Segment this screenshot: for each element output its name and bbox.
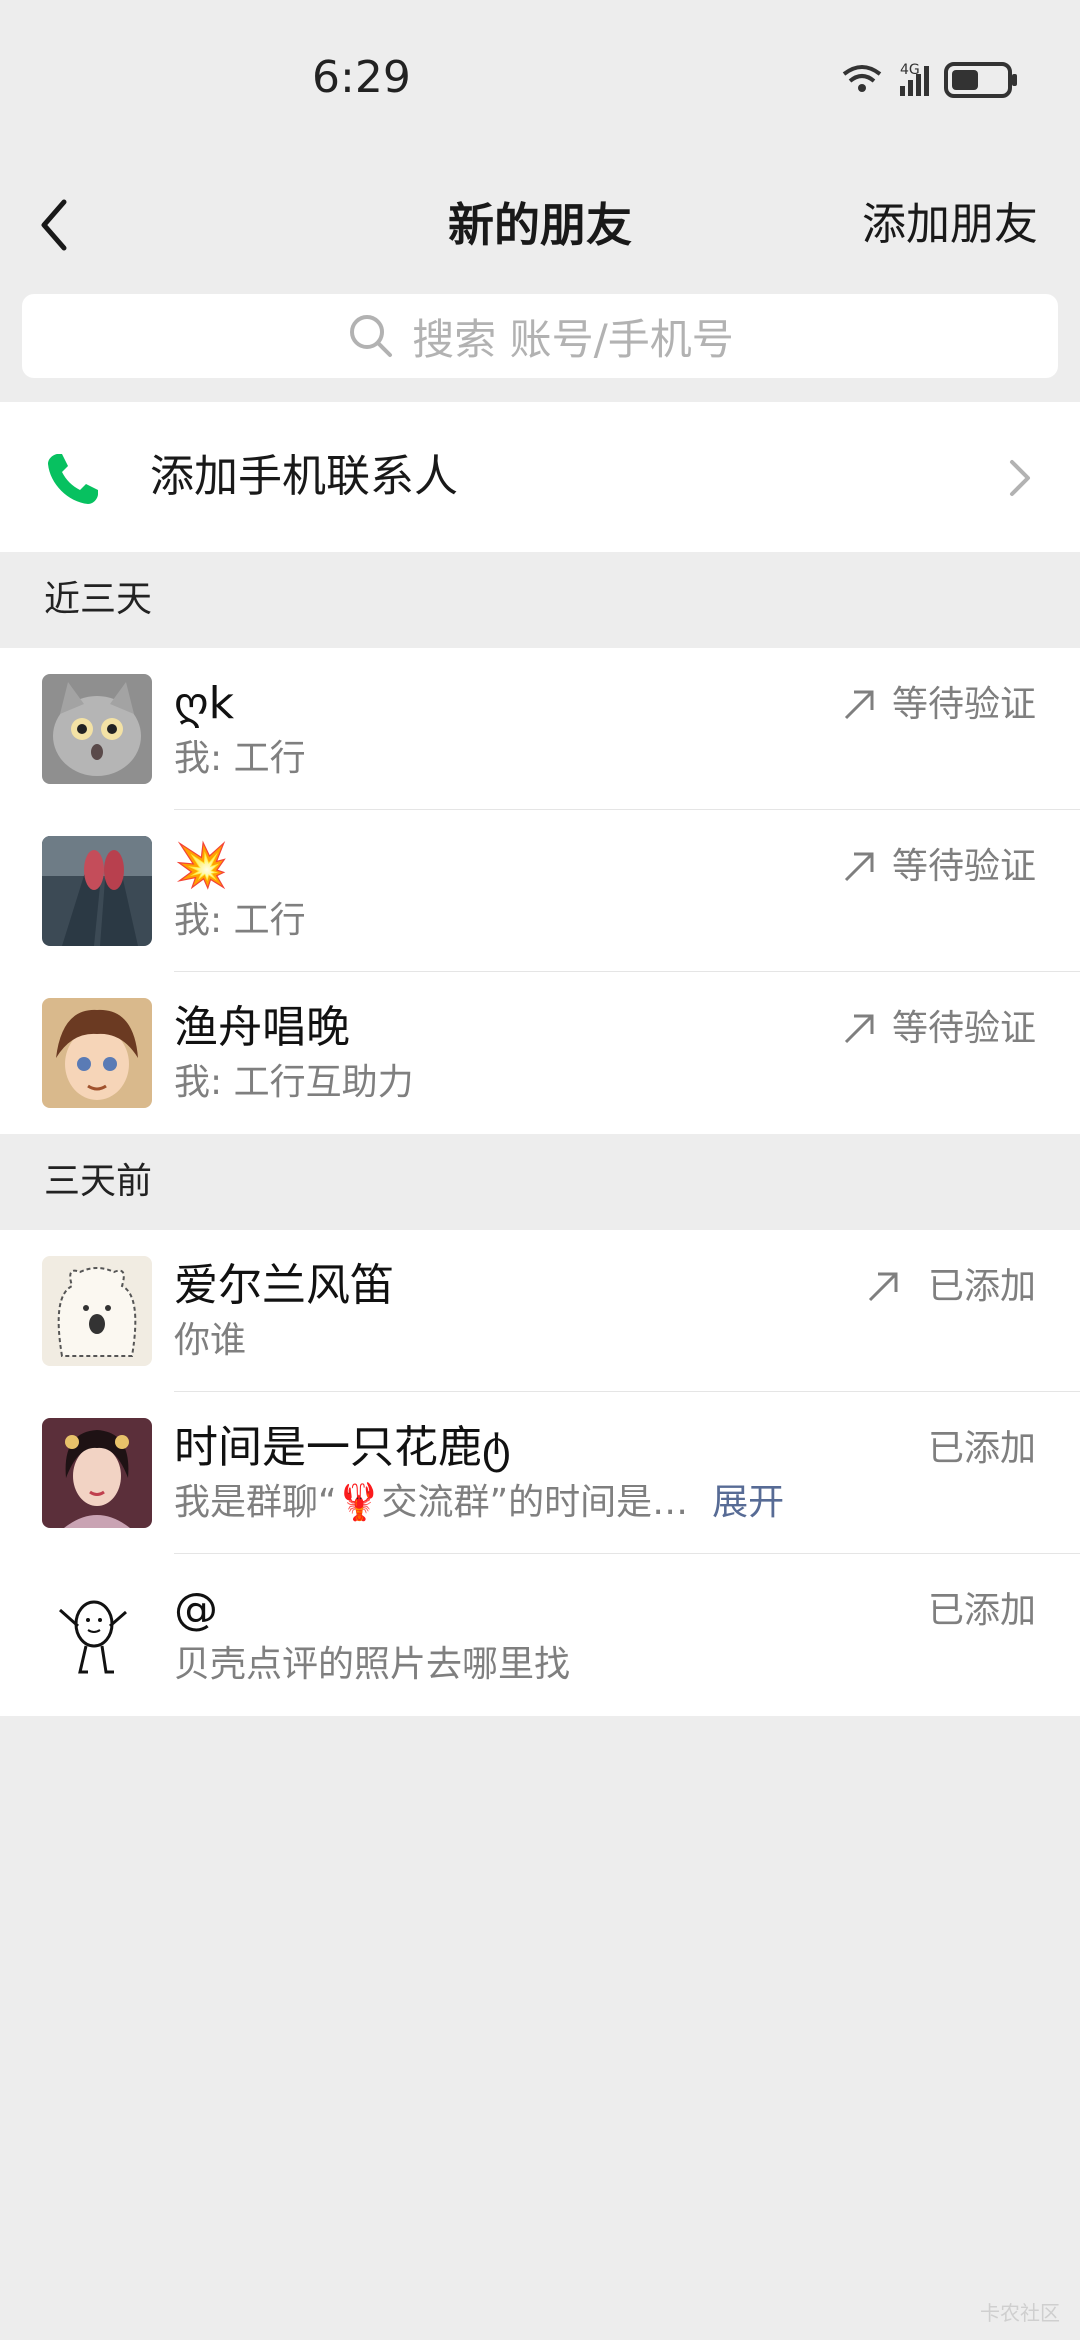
request-message-text: 我是群聊“🦞交流群”的时间是… [174,1482,689,1523]
request-message: 我: 工行 [174,738,306,779]
avatar [42,836,152,946]
request-message: 贝壳点评的照片去哪里找 [174,1644,571,1685]
list-item[interactable]: 💥 我: 工行 等待验证 [0,810,1080,972]
battery-icon [944,62,1017,98]
arrow-up-right-icon [844,1014,874,1044]
request-message: 我是群聊“🦞交流群”的时间是… 展开 [174,1480,784,1526]
status-label: 已添加 [866,1264,1036,1310]
request-message: 我: 工行 [174,900,306,941]
contact-name: 时间是一只花鹿ტ [174,1422,511,1473]
arrow-up-right-icon [844,852,874,882]
arrow-up-right-icon [868,1272,898,1302]
add-phone-contacts-row[interactable]: 添加手机联系人 [0,402,1080,552]
status-icons: 4G [842,62,1017,98]
avatar [42,1580,152,1690]
request-message: 我: 工行互助力 [174,1062,414,1103]
list-item[interactable]: 时间是一只花鹿ტ 我是群聊“🦞交流群”的时间是… 展开 已添加 [0,1392,1080,1554]
list-item[interactable]: ღk 我: 工行 等待验证 [0,648,1080,810]
avatar [42,998,152,1108]
avatar [42,674,152,784]
add-friend-button[interactable]: 添加朋友 [862,180,1038,270]
status-text: 等待验证 [891,684,1036,725]
section-header-recent: 近三天 [44,579,153,620]
search-input[interactable]: 搜索 账号/手机号 [22,294,1058,378]
list-item[interactable]: 渔舟唱晚 我: 工行互助力 等待验证 [0,972,1080,1134]
avatar [42,1256,152,1366]
chevron-right-icon [1010,460,1030,496]
wifi-icon [842,65,882,92]
search-placeholder: 搜索 账号/手机号 [412,314,734,364]
status-text: 已添加 [927,1266,1036,1307]
add-phone-contacts-label: 添加手机联系人 [150,451,458,502]
contact-name: @ [174,1584,218,1635]
nav-bar: 新的朋友 添加朋友 [0,160,1080,290]
avatar [42,1418,152,1528]
recent-request-list: ღk 我: 工行 等待验证 💥 我: 工行 等待验证 渔舟唱晚 我: 工行互助力… [0,648,1080,1134]
status-label: 等待验证 [842,682,1036,728]
status-text: 已添加 [927,1590,1036,1631]
contact-name: 渔舟唱晚 [174,1002,350,1053]
status-bar: 6:29 4G [0,0,1080,160]
arrow-up-right-icon [844,690,874,720]
status-label: 等待验证 [842,844,1036,890]
expand-link[interactable]: 展开 [712,1482,784,1523]
status-text: 等待验证 [891,846,1036,887]
status-text: 已添加 [927,1428,1036,1469]
contact-name: ღk [174,678,235,729]
status-label: 已添加 [928,1588,1036,1634]
earlier-request-list: 爱尔兰风笛 你谁 已添加 时间是一只花鹿ტ 我是群聊“🦞交流群”的时间是… 展开 … [0,1230,1080,1716]
phone-icon [48,454,98,504]
watermark: 卡农社区 [980,2301,1060,2325]
contact-name: 爱尔兰风笛 [174,1260,394,1311]
search-icon [350,315,393,357]
contact-name: 💥 [174,840,229,891]
status-time: 6:29 [312,52,411,103]
section-header-earlier: 三天前 [44,1161,153,1202]
list-item[interactable]: 爱尔兰风笛 你谁 已添加 [0,1230,1080,1392]
status-label: 等待验证 [842,1006,1036,1052]
status-label: 已添加 [928,1426,1036,1472]
request-message: 你谁 [174,1320,247,1361]
status-text: 等待验证 [891,1008,1036,1049]
list-item[interactable]: @ 贝壳点评的照片去哪里找 已添加 [0,1554,1080,1716]
